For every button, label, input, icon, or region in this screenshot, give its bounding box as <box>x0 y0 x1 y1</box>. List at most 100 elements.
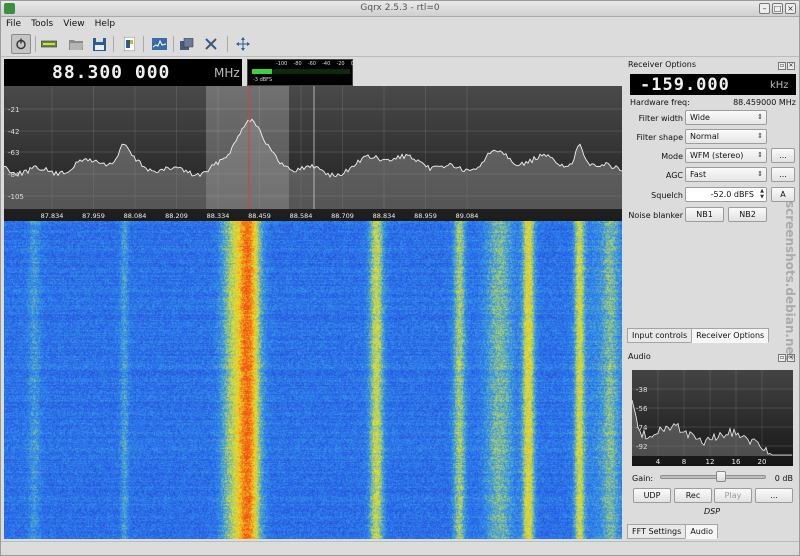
squelch-auto-button[interactable]: A <box>771 187 795 202</box>
audio-options-button[interactable]: ... <box>755 488 793 503</box>
waterfall-canvas <box>4 221 622 539</box>
toolbar-separator <box>113 36 114 52</box>
watermark: screenshots.debian.net <box>783 201 797 361</box>
noise-blanker-label: Noise blanker <box>628 211 683 220</box>
nb1-button[interactable]: NB1 <box>685 207 724 222</box>
document-icon[interactable] <box>119 34 139 54</box>
agc-options-button[interactable]: ... <box>771 167 795 182</box>
audio-x-tick: 12 <box>706 458 715 466</box>
spectrum-svg: -21 -42 -63 -84 -105 87.834 87.959 88.084 88.209… <box>4 86 622 220</box>
frequency-unit: MHz <box>214 66 240 80</box>
receiver-options-title: Receiver Options <box>628 60 697 69</box>
x-tick-label: 88.084 <box>124 212 147 220</box>
tools-icon[interactable] <box>201 34 221 54</box>
hw-freq-value: 88.459000 MHz <box>733 98 796 107</box>
audio-y-tick: -92 <box>636 443 647 451</box>
menu-view[interactable]: View <box>58 17 89 31</box>
x-tick-label: 88.459 <box>248 212 271 220</box>
frequency-digits[interactable]: 88.300 000 <box>52 62 170 83</box>
mode-options-button[interactable]: ... <box>771 148 795 163</box>
audio-y-tick: -74 <box>636 424 648 432</box>
audio-spectrum: -38 -56 -74 -92 4 8 12 16 20 <box>632 370 793 466</box>
audio-x-tick: 4 <box>656 458 661 466</box>
toolbar-separator <box>143 36 144 52</box>
power-icon[interactable] <box>11 34 31 54</box>
nb2-button[interactable]: NB2 <box>728 207 767 222</box>
x-tick-label: 88.584 <box>290 212 313 220</box>
menu-bar: File Tools View Help <box>1 17 799 31</box>
menu-help[interactable]: Help <box>90 17 121 31</box>
main-window: Gqrx 2.5.3 - rtl=0 – □ × File Tools View He… <box>0 0 800 556</box>
audio-x-tick: 16 <box>732 458 741 466</box>
gain-slider-handle[interactable] <box>716 471 726 482</box>
meter-tick: -100 <box>276 61 288 67</box>
x-tick-label: 88.334 <box>207 212 230 220</box>
tab-fft-settings[interactable]: FFT Settings <box>627 524 687 539</box>
filter-shape-label: Filter shape <box>636 133 684 142</box>
move-icon[interactable] <box>233 34 253 54</box>
close-icon[interactable]: × <box>785 3 796 14</box>
gain-value: 0 dB <box>774 474 793 483</box>
toolbar <box>1 31 799 57</box>
open-icon[interactable] <box>66 34 86 54</box>
audio-y-tick: -38 <box>636 386 647 394</box>
mode-label: Mode <box>661 152 683 161</box>
offset-display[interactable]: -159.000 kHz <box>630 74 796 95</box>
meter-tick: -20 <box>336 61 345 67</box>
agc-select[interactable]: Fast ⇕ <box>685 167 767 182</box>
top-dock-tabs: Input controls Receiver Options <box>627 328 770 343</box>
meter-level: -3 dBFS <box>253 77 273 83</box>
x-tick-label: 88.209 <box>165 212 188 220</box>
chevron-updown-icon: ⇕ <box>757 132 763 140</box>
hardware-icon[interactable] <box>39 34 59 54</box>
agc-value: Fast <box>690 170 707 179</box>
x-tick-label: 87.959 <box>82 212 105 220</box>
tab-audio[interactable]: Audio <box>685 524 719 539</box>
audio-title: Audio <box>628 352 651 361</box>
spectrum-icon[interactable] <box>149 34 169 54</box>
dsp-label: DSP <box>703 507 721 516</box>
waterfall-display[interactable] <box>4 221 622 539</box>
agc-label: AGC <box>665 171 683 180</box>
gain-label: Gain: <box>632 474 654 483</box>
audio-x-tick: 8 <box>682 458 686 466</box>
toolbar-separator <box>227 36 228 52</box>
mode-select[interactable]: WFM (stereo) ⇕ <box>685 148 767 163</box>
save-icon[interactable] <box>89 34 109 54</box>
squelch-spinbox[interactable]: -52.0 dBFS ▲ ▼ <box>685 187 767 202</box>
y-tick-label: -42 <box>8 128 19 136</box>
spectrum-plot[interactable]: -21 -42 -63 -84 -105 87.834 87.959 88.084 88.209… <box>4 86 622 221</box>
copy-icon[interactable] <box>177 34 197 54</box>
tab-input-controls[interactable]: Input controls <box>627 328 693 343</box>
meter-tick: -80 <box>293 61 302 67</box>
meter-tick: -40 <box>322 61 331 67</box>
offset-digits[interactable]: -159.000 <box>640 75 730 95</box>
maximize-icon[interactable]: □ <box>772 3 783 14</box>
menu-file[interactable]: File <box>1 17 26 31</box>
frequency-display[interactable]: 88.300 000 MHz <box>4 59 242 86</box>
filter-shape-select[interactable]: Normal ⇕ <box>685 129 767 144</box>
y-tick-label: -21 <box>8 106 19 114</box>
dock-buttons: ▫ × <box>777 60 797 70</box>
filter-width-select[interactable]: Wide ⇕ <box>685 110 767 125</box>
minimize-icon[interactable]: – <box>759 3 770 14</box>
close-dock-icon[interactable]: × <box>787 62 795 70</box>
udp-button[interactable]: UDP <box>633 488 671 503</box>
offset-unit: kHz <box>770 80 789 91</box>
meter-bar <box>252 69 350 74</box>
filter-shape-value: Normal <box>690 132 719 141</box>
tab-receiver-options[interactable]: Receiver Options <box>691 328 770 343</box>
record-button[interactable]: Rec <box>674 488 712 503</box>
toolbar-separator <box>173 36 174 52</box>
spin-arrows-icon[interactable]: ▲ ▼ <box>760 188 764 200</box>
x-tick-label: 89.084 <box>456 212 479 220</box>
gain-slider-track[interactable] <box>660 475 766 479</box>
y-tick-label: -105 <box>8 193 24 201</box>
window-title: Gqrx 2.5.3 - rtl=0 <box>360 3 440 13</box>
float-icon[interactable]: ▫ <box>778 62 786 70</box>
meter-tick: 0 <box>350 61 354 67</box>
play-button[interactable]: Play <box>714 488 752 503</box>
filter-width-label: Filter width <box>638 114 683 123</box>
chevron-updown-icon: ⇕ <box>757 113 763 121</box>
menu-tools[interactable]: Tools <box>26 17 58 31</box>
